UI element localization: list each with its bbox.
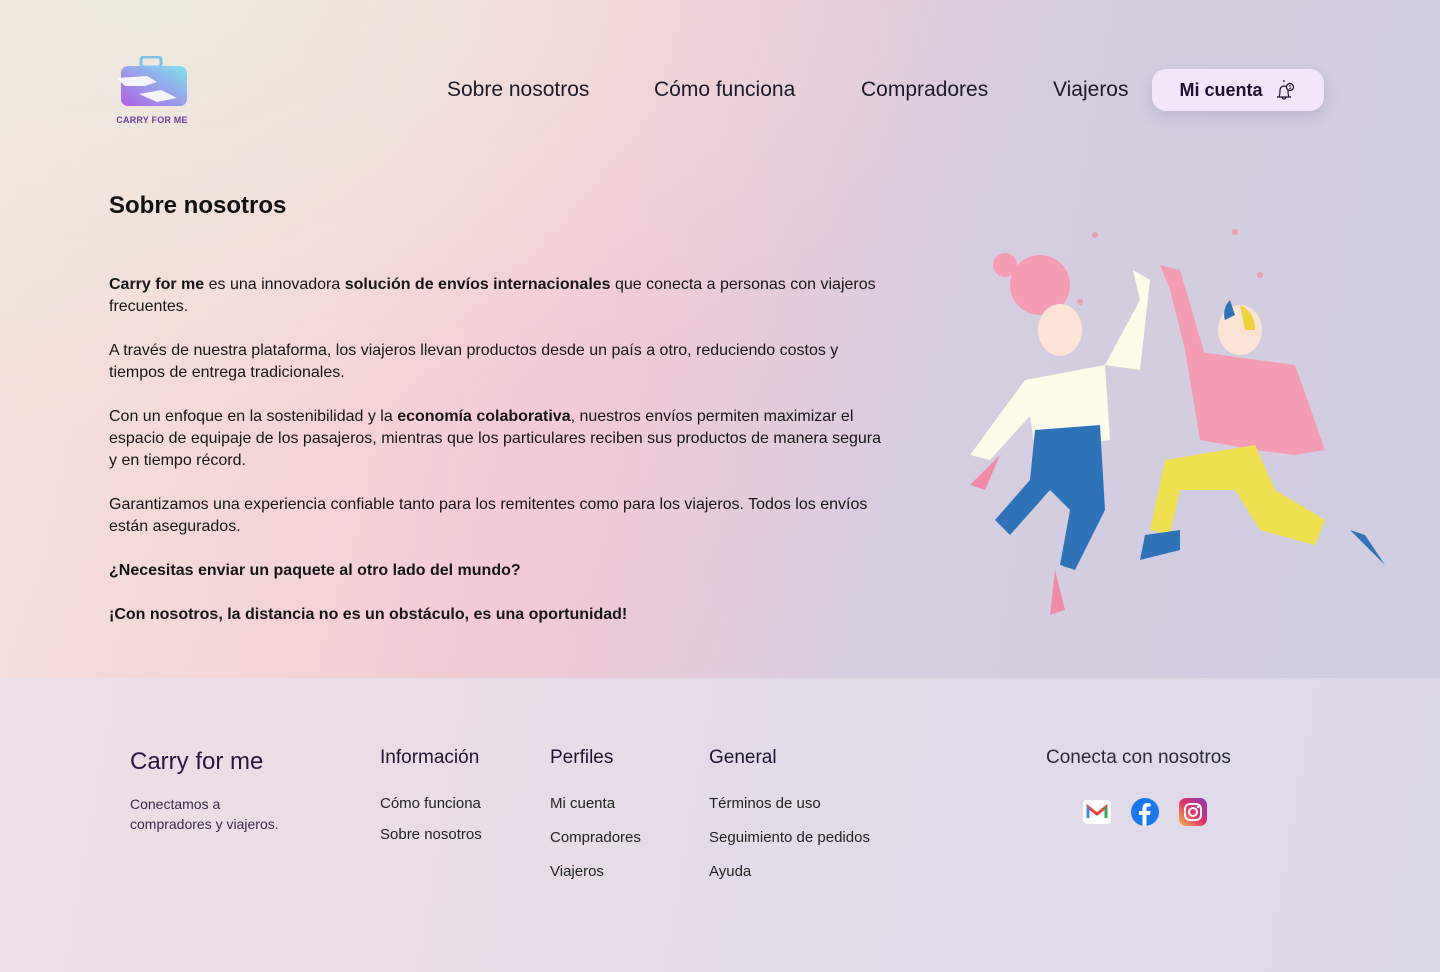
paragraph-platform: A través de nuestra plataforma, los viaj… (109, 342, 839, 381)
notification-count: 1 (1288, 85, 1291, 91)
footer-link-como-funciona[interactable]: Cómo funciona (380, 795, 481, 812)
footer-general-heading: General (709, 747, 777, 768)
bold-text: economía colaborativa (397, 408, 571, 425)
footer-link-sobre-nosotros[interactable]: Sobre nosotros (380, 826, 482, 843)
page-title: Sobre nosotros (109, 192, 287, 219)
footer-brand: Carry for me (130, 748, 264, 775)
logo[interactable]: CARRY FOR ME (114, 55, 190, 125)
nav-sobre-nosotros[interactable]: Sobre nosotros (447, 78, 589, 102)
footer-tagline: Conectamos a compradores y viajeros. (130, 796, 279, 832)
footer-link-mi-cuenta[interactable]: Mi cuenta (550, 795, 615, 812)
footer-link-viajeros[interactable]: Viajeros (550, 863, 604, 880)
paragraph-intro: Carry for me es una innovadora solución … (109, 274, 889, 318)
tagline: ¡Con nosotros, la distancia no es un obs… (109, 606, 628, 623)
footer-link-compradores[interactable]: Compradores (550, 829, 641, 846)
facebook-icon[interactable] (1131, 798, 1159, 826)
footer-profiles-heading: Perfiles (550, 747, 614, 768)
nav-viajeros[interactable]: Viajeros (1053, 78, 1129, 102)
bell-icon[interactable]: 1 (1273, 78, 1297, 102)
nav-como-funciona[interactable]: Cómo funciona (654, 78, 795, 102)
nav-compradores[interactable]: Compradores (861, 78, 988, 102)
logo-text: CARRY FOR ME (116, 115, 188, 125)
gmail-icon[interactable] (1083, 798, 1111, 826)
text: Con un enfoque en la sostenibilidad y la (109, 408, 398, 425)
footer-link-ayuda[interactable]: Ayuda (709, 863, 751, 880)
paragraph-guarantee: Garantizamos una experiencia confiable t… (109, 496, 868, 535)
footer-link-seguimiento[interactable]: Seguimiento de pedidos (709, 829, 870, 846)
footer-info-heading: Información (380, 747, 480, 768)
brand-mention: Carry for me (109, 276, 205, 293)
about-text: Carry for me es una innovadora solución … (109, 274, 889, 648)
high-five-illustration (970, 229, 1385, 615)
suitcase-logo-icon (117, 55, 187, 106)
question: ¿Necesitas enviar un paquete al otro lad… (109, 562, 521, 579)
bold-text: solución de envíos internacionales (344, 276, 611, 293)
footer-link-terminos[interactable]: Términos de uso (709, 795, 821, 812)
instagram-icon[interactable] (1179, 798, 1207, 826)
paragraph-sustainability: Con un enfoque en la sostenibilidad y la… (109, 406, 889, 472)
my-account-label: Mi cuenta (1179, 79, 1263, 100)
footer-connect-heading: Conecta con nosotros (1046, 747, 1231, 768)
my-account-button[interactable]: Mi cuenta 1 (1152, 69, 1324, 111)
text: es una innovadora (204, 276, 345, 293)
